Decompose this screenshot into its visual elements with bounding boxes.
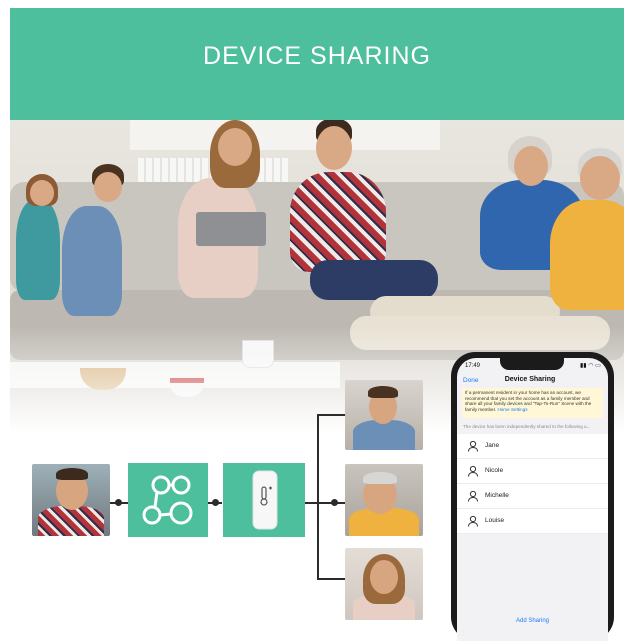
share-nodes-icon — [142, 475, 193, 525]
branch-line — [317, 414, 319, 580]
status-icons: ▮▮ ◠ ▭ — [580, 363, 601, 369]
head — [94, 172, 122, 202]
member-row-nicole[interactable]: Nicole — [457, 459, 608, 484]
shared-note: The device has been independently shared… — [463, 424, 591, 429]
family-member-photo-grandfather — [345, 464, 423, 536]
user-icon — [468, 515, 478, 527]
status-time: 17:49 — [465, 363, 481, 369]
page-title: DEVICE SHARING — [203, 42, 431, 70]
person-girl — [16, 200, 60, 300]
family-member-photo-boy — [345, 380, 423, 450]
person-grandfather — [550, 200, 624, 310]
member-name: Louise — [485, 517, 505, 524]
person-man-plaid — [290, 172, 386, 272]
screen-title: Device Sharing — [504, 376, 556, 383]
member-name: Jane — [485, 442, 500, 449]
header-banner: DEVICE SHARING — [10, 8, 624, 120]
user-icon — [468, 465, 478, 477]
branch-line — [317, 578, 345, 580]
family-member-photo-woman — [345, 548, 423, 620]
head — [30, 180, 54, 206]
owner-photo — [32, 464, 110, 536]
branch-line — [317, 502, 345, 504]
head — [316, 126, 352, 170]
connector-dot — [212, 499, 219, 506]
add-sharing-button[interactable]: Add Sharing — [457, 618, 608, 624]
thermometer-sensor-icon — [252, 470, 278, 530]
member-name: Nicole — [485, 467, 504, 474]
member-name: Michelle — [485, 492, 509, 499]
jeans — [310, 260, 438, 300]
notice-text: If a permanent resident in your home has… — [465, 390, 601, 412]
share-hub-box — [128, 463, 208, 537]
head — [514, 146, 548, 186]
laptop — [196, 212, 266, 246]
done-button[interactable]: Done — [463, 377, 479, 384]
branch-line — [317, 414, 345, 416]
member-row-jane[interactable]: Jane — [457, 434, 608, 459]
user-icon — [468, 440, 478, 452]
notice-body: If a permanent resident in your home has… — [465, 390, 592, 412]
user-icon — [468, 490, 478, 502]
connector-dot — [115, 499, 122, 506]
head — [580, 156, 620, 200]
device-box — [223, 463, 305, 537]
phone-notch — [500, 358, 564, 370]
member-row-michelle[interactable]: Michelle — [457, 484, 608, 509]
member-row-louise[interactable]: Louise — [457, 509, 608, 534]
window — [130, 120, 440, 150]
head — [218, 128, 252, 166]
member-list: Jane Nicole Michelle Louise — [457, 434, 608, 534]
home-settings-link[interactable]: Home Settings — [497, 407, 527, 412]
person-boy — [62, 206, 122, 316]
